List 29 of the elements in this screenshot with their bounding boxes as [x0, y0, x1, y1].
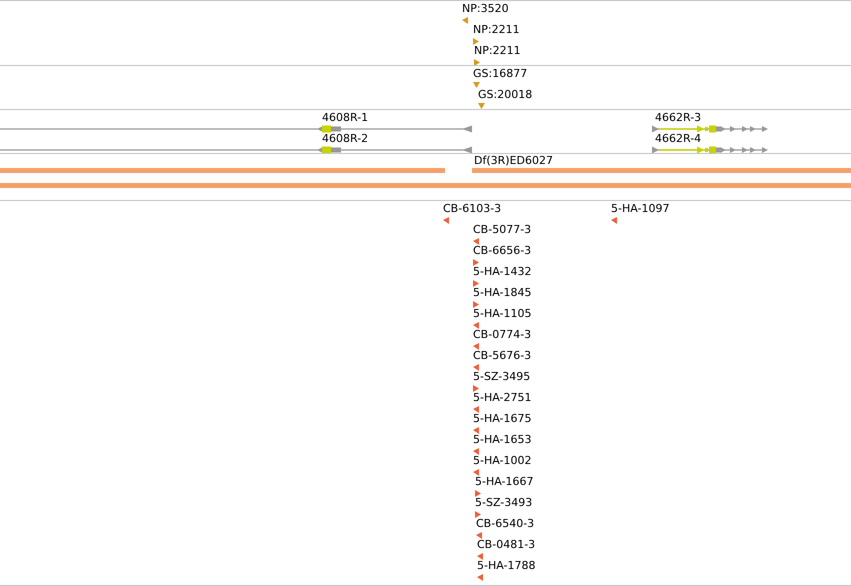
feature-label: 5-HA-1675 [473, 412, 532, 425]
feature-label: NP:2211 [474, 44, 521, 57]
feature-label: CB-0774-3 [473, 328, 532, 341]
feature-label: GS:16877 [473, 67, 528, 80]
feature-label: CB-5077-3 [473, 223, 532, 236]
feature-label: 5-HA-2751 [473, 391, 532, 404]
deficiency-label: Df(3R)ED6027 [474, 154, 554, 167]
feature-label: CB-5676-3 [473, 349, 532, 362]
feature-label: CB-0481-3 [477, 538, 536, 551]
feature-label: NP:2211 [473, 23, 520, 36]
feature-label: 5-SZ-3493 [475, 496, 532, 509]
feature-label: GS:20018 [478, 88, 532, 101]
feature-label: CB-6540-3 [476, 517, 534, 530]
feature-label: 5-HA-1788 [477, 559, 536, 572]
transcript-label: 4608R-2 [322, 132, 368, 145]
feature-label: 5-SZ-3495 [473, 370, 530, 383]
transcript-label: 4608R-1 [322, 111, 368, 124]
feature-label: 5-HA-1845 [473, 286, 532, 299]
feature-label: 5-HA-1667 [475, 475, 534, 488]
feature-label: 5-HA-1432 [473, 265, 532, 278]
transcript-label: 4662R-4 [655, 132, 702, 145]
feature-label: 5-HA-1002 [473, 454, 532, 467]
feature-label: NP:3520 [462, 2, 509, 15]
transcript-label: 4662R-3 [655, 111, 702, 124]
feature-label: 5-HA-1653 [473, 433, 532, 446]
feature-label: 5-HA-1097 [611, 202, 670, 215]
feature-label: 5-HA-1105 [473, 307, 532, 320]
feature-label: CB-6656-3 [473, 244, 532, 257]
feature-label: CB-6103-3 [443, 202, 502, 215]
